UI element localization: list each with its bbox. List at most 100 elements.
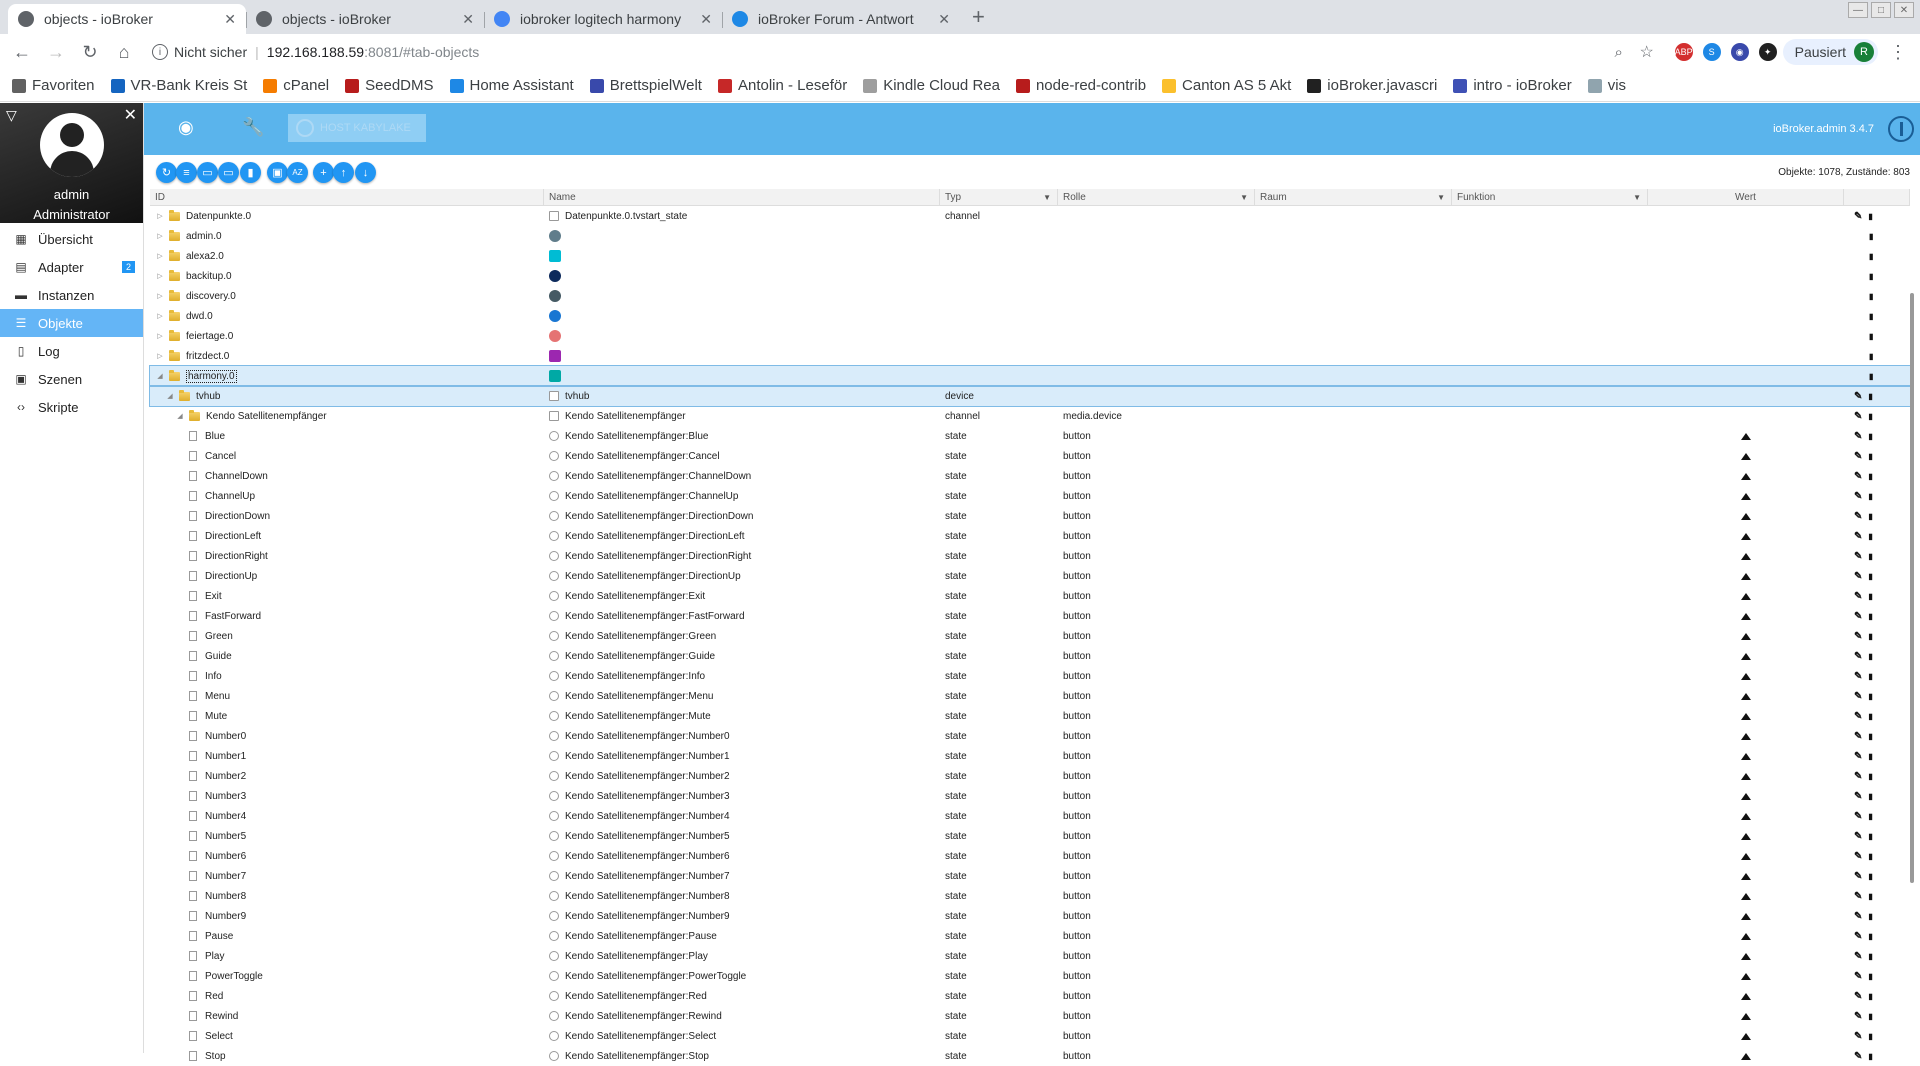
delete-icon[interactable]: ▮ — [1868, 592, 1872, 601]
maximize-icon[interactable]: □ — [1871, 2, 1891, 18]
refresh-button[interactable]: ↻ — [156, 162, 177, 183]
browser-tab[interactable]: objects - ioBroker ✕ — [246, 4, 484, 34]
delete-icon[interactable]: ▮ — [1868, 912, 1872, 921]
table-row[interactable]: ▷ discovery.0 ▮ — [150, 286, 1910, 306]
edit-icon[interactable]: ✎ — [1854, 991, 1862, 1002]
table-row[interactable]: Stop Kendo Satellitenempfänger: Stop state b… — [150, 1046, 1910, 1066]
bookmark-item[interactable]: BrettspielWelt — [589, 77, 702, 94]
tree-toggle-icon[interactable]: ▷ — [155, 292, 165, 300]
edit-icon[interactable]: ✎ — [1854, 611, 1862, 622]
button-trigger-icon[interactable] — [1741, 1032, 1751, 1040]
button-trigger-icon[interactable] — [1741, 872, 1751, 880]
delete-icon[interactable]: ▮ — [1868, 412, 1872, 421]
forward-icon[interactable]: → — [42, 38, 70, 66]
delete-button[interactable]: ▮ — [240, 162, 261, 183]
delete-icon[interactable]: ▮ — [1868, 572, 1872, 581]
delete-icon[interactable]: ▮ — [1868, 872, 1872, 881]
delete-icon[interactable]: ▮ — [1868, 852, 1872, 861]
table-row[interactable]: Number9 Kendo Satellitenempfänger: Number9… — [150, 906, 1910, 926]
delete-icon[interactable]: ▮ — [1868, 392, 1872, 401]
button-trigger-icon[interactable] — [1741, 532, 1751, 540]
wrench-icon[interactable]: 🔧 — [242, 117, 264, 138]
button-trigger-icon[interactable] — [1741, 812, 1751, 820]
edit-icon[interactable]: ✎ — [1854, 931, 1862, 942]
bookmark-star-icon[interactable]: ☆ — [1633, 38, 1661, 66]
edit-icon[interactable]: ✎ — [1854, 831, 1862, 842]
table-row[interactable]: ▷ Datenpunkte.0 Datenpunkte.0.tvstart_stat… — [150, 206, 1910, 226]
tree-toggle-icon[interactable]: ▷ — [155, 272, 165, 280]
edit-icon[interactable]: ✎ — [1854, 1031, 1862, 1042]
bookmark-item[interactable]: Canton AS 5 Akt — [1162, 77, 1291, 94]
table-row[interactable]: DirectionDown Kendo Satellitenempfänger: D… — [150, 506, 1910, 526]
tree-toggle-icon[interactable]: ▷ — [155, 352, 165, 360]
address-bar[interactable]: i Nicht sicher | 192.168.188.59 :8081/#t… — [144, 38, 1661, 66]
delete-icon[interactable]: ▮ — [1869, 352, 1873, 361]
button-trigger-icon[interactable] — [1741, 792, 1751, 800]
close-tab-icon[interactable]: ✕ — [224, 11, 236, 28]
sidebar-item-objekte[interactable]: ☰ Objekte — [0, 309, 143, 337]
browser-tab[interactable]: iobroker logitech harmony ✕ — [484, 4, 722, 34]
edit-icon[interactable]: ✎ — [1854, 571, 1862, 582]
home-icon[interactable]: ⌂ — [110, 38, 138, 66]
delete-icon[interactable]: ▮ — [1868, 472, 1872, 481]
delete-icon[interactable]: ▮ — [1869, 272, 1873, 281]
button-trigger-icon[interactable] — [1741, 1052, 1751, 1060]
tree-toggle-icon[interactable]: ◢ — [155, 372, 165, 380]
button-trigger-icon[interactable] — [1741, 612, 1751, 620]
table-row[interactable]: Red Kendo Satellitenempfänger: Red state but… — [150, 986, 1910, 1006]
extension-icon[interactable]: ◉ — [1730, 43, 1749, 61]
table-row[interactable]: Number2 Kendo Satellitenempfänger: Number2… — [150, 766, 1910, 786]
edit-icon[interactable]: ✎ — [1854, 511, 1862, 522]
col-typ[interactable]: Typ ▼ — [940, 189, 1058, 205]
button-trigger-icon[interactable] — [1741, 592, 1751, 600]
extension-icon[interactable]: ABP — [1674, 43, 1693, 61]
list-view-button[interactable]: ≡ — [176, 162, 197, 183]
delete-icon[interactable]: ▮ — [1868, 732, 1872, 741]
table-row[interactable]: Menu Kendo Satellitenempfänger: Menu state b… — [150, 686, 1910, 706]
table-row[interactable]: PowerToggle Kendo Satellitenempfänger: Pow… — [150, 966, 1910, 986]
sort-az-button[interactable]: AZ — [287, 162, 308, 183]
edit-icon[interactable]: ✎ — [1854, 911, 1862, 922]
delete-icon[interactable]: ▮ — [1868, 932, 1872, 941]
table-row[interactable]: Cancel Kendo Satellitenempfänger: Cancel st… — [150, 446, 1910, 466]
table-row[interactable]: Number0 Kendo Satellitenempfänger: Number0… — [150, 726, 1910, 746]
bookmark-item[interactable]: Kindle Cloud Rea — [863, 77, 1000, 94]
bookmark-item[interactable]: intro - ioBroker — [1453, 77, 1572, 94]
delete-icon[interactable]: ▮ — [1869, 332, 1873, 341]
browser-tab[interactable]: objects - ioBroker ✕ — [8, 4, 246, 34]
table-row[interactable]: ▷ feiertage.0 ▮ — [150, 326, 1910, 346]
tree-toggle-icon[interactable]: ▷ — [155, 232, 165, 240]
edit-icon[interactable]: ✎ — [1854, 411, 1862, 422]
folder-button[interactable]: ▭ — [197, 162, 218, 183]
delete-icon[interactable]: ▮ — [1868, 1032, 1872, 1041]
edit-icon[interactable]: ✎ — [1854, 971, 1862, 982]
delete-icon[interactable]: ▮ — [1869, 232, 1873, 241]
table-row[interactable]: Blue Kendo Satellitenempfänger: Blue state b… — [150, 426, 1910, 446]
edit-icon[interactable]: ✎ — [1854, 691, 1862, 702]
button-trigger-icon[interactable] — [1741, 832, 1751, 840]
button-trigger-icon[interactable] — [1741, 752, 1751, 760]
delete-icon[interactable]: ▮ — [1868, 212, 1872, 221]
table-row[interactable]: DirectionRight Kendo Satellitenempfänger:… — [150, 546, 1910, 566]
delete-icon[interactable]: ▮ — [1869, 372, 1873, 381]
bookmark-item[interactable]: Home Assistant — [449, 77, 574, 94]
info-icon[interactable]: i — [152, 44, 168, 60]
edit-icon[interactable]: ✎ — [1854, 451, 1862, 462]
delete-icon[interactable]: ▮ — [1868, 892, 1872, 901]
button-trigger-icon[interactable] — [1741, 472, 1751, 480]
scrollbar[interactable] — [1910, 293, 1914, 883]
button-trigger-icon[interactable] — [1741, 652, 1751, 660]
delete-icon[interactable]: ▮ — [1868, 692, 1872, 701]
button-trigger-icon[interactable] — [1741, 932, 1751, 940]
table-row[interactable]: ▷ backitup.0 ▮ — [150, 266, 1910, 286]
edit-icon[interactable]: ✎ — [1854, 751, 1862, 762]
dropdown-arrow-icon[interactable]: ▼ — [1633, 193, 1641, 202]
sidebar-item-adapter[interactable]: ▤ Adapter 2 — [0, 253, 143, 281]
reload-icon[interactable]: ↻ — [76, 38, 104, 66]
browser-tab[interactable]: ioBroker Forum - Antwort ✕ — [722, 4, 960, 34]
edit-icon[interactable]: ✎ — [1854, 431, 1862, 442]
button-trigger-icon[interactable] — [1741, 572, 1751, 580]
delete-icon[interactable]: ▮ — [1868, 552, 1872, 561]
close-tab-icon[interactable]: ✕ — [700, 11, 712, 28]
tree-toggle-icon[interactable]: ◢ — [175, 412, 185, 420]
